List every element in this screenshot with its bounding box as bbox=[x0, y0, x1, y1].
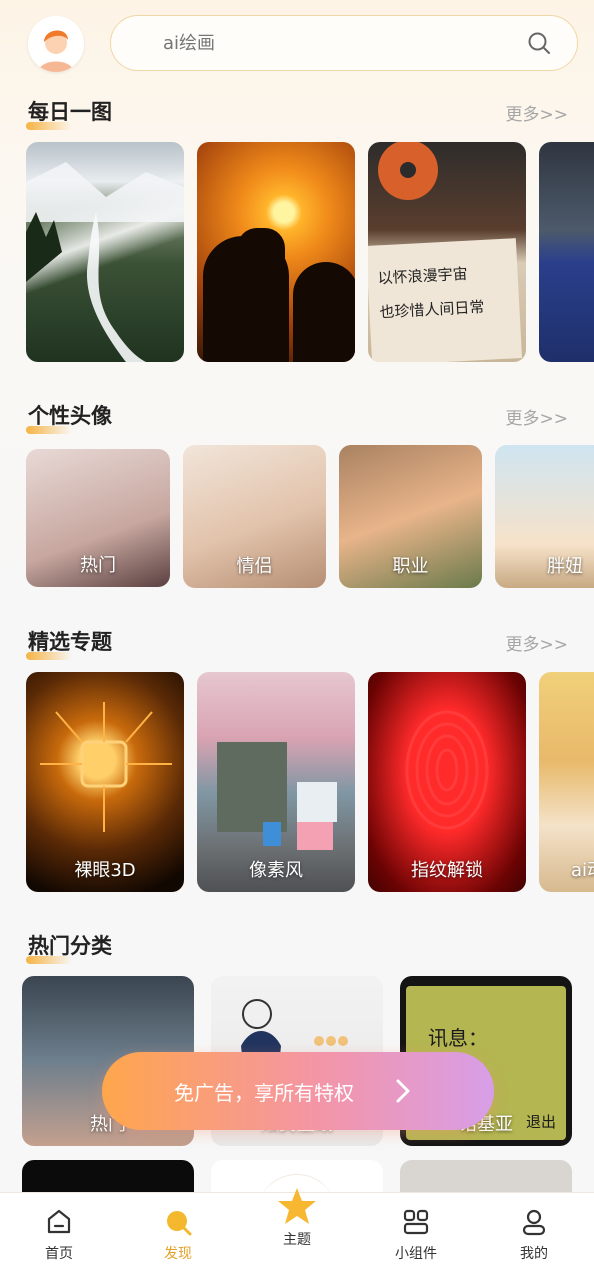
promo-text: 免广告，享所有特权 bbox=[174, 1081, 354, 1105]
avatar-category-label: 胖妞 bbox=[547, 556, 583, 577]
chevron-right-icon bbox=[396, 1079, 410, 1103]
nav-item-widgets[interactable]: 小组件 bbox=[376, 1207, 456, 1263]
nav-item-label: 我的 bbox=[520, 1246, 548, 1262]
mountain-river-image bbox=[26, 162, 184, 362]
header bbox=[0, 14, 594, 74]
topic-ai[interactable]: ai动 bbox=[539, 672, 594, 892]
avatar-category-couple[interactable]: 情侣 bbox=[183, 445, 326, 588]
nav-item-profile[interactable]: 我的 bbox=[494, 1207, 574, 1263]
section-title-topics: 精选专题 bbox=[26, 626, 112, 660]
nav-item-label: 小组件 bbox=[395, 1246, 437, 1262]
star-icon bbox=[278, 1188, 316, 1224]
discover-icon bbox=[167, 1211, 192, 1236]
section-title-text: 每日一图 bbox=[28, 100, 112, 124]
daily-image-note[interactable]: 以怀浪漫宇宙 也珍惜人间日常 bbox=[368, 142, 526, 362]
widgets-icon bbox=[403, 1209, 429, 1235]
more-link-daily[interactable]: 更多>> bbox=[506, 100, 569, 125]
home-icon bbox=[47, 1209, 71, 1234]
section-title-text: 精选专题 bbox=[28, 630, 112, 654]
nav-item-discover[interactable]: 发现 bbox=[138, 1207, 218, 1263]
avatar-category-label: 情侣 bbox=[236, 556, 273, 577]
promo-banner[interactable]: 免广告，享所有特权 bbox=[102, 1052, 494, 1130]
topic-3d[interactable]: 裸眼3D bbox=[26, 672, 184, 892]
topic-label: 像素风 bbox=[249, 860, 303, 881]
daily-image-mountain[interactable] bbox=[26, 142, 184, 362]
vinyl-record-image bbox=[378, 142, 438, 200]
avatar-icon bbox=[28, 16, 84, 72]
topic-label: 指纹解锁 bbox=[411, 860, 483, 881]
section-title-text: 热门分类 bbox=[28, 934, 112, 958]
daily-image-concert[interactable] bbox=[539, 142, 594, 362]
avatar-category-chubby[interactable]: 胖妞 bbox=[495, 445, 594, 588]
user-avatar[interactable] bbox=[28, 16, 84, 72]
avatar-category-label: 热门 bbox=[80, 555, 116, 576]
avatar-category-label: 职业 bbox=[392, 556, 429, 577]
nav-item-home[interactable]: 首页 bbox=[19, 1207, 99, 1263]
topic-label: 裸眼3D bbox=[74, 860, 136, 881]
topic-pixel[interactable]: 像素风 bbox=[197, 672, 355, 892]
section-title-hot: 热门分类 bbox=[26, 930, 112, 964]
search-icon[interactable] bbox=[527, 31, 551, 55]
topic-fingerprint[interactable]: 指纹解锁 bbox=[368, 672, 526, 892]
nav-item-label: 发现 bbox=[164, 1246, 192, 1262]
more-link-avatars[interactable]: 更多>> bbox=[506, 404, 569, 429]
user-icon bbox=[522, 1209, 546, 1236]
note-line-2: 也珍惜人间日常 bbox=[378, 297, 485, 322]
nav-item-label: 首页 bbox=[45, 1246, 73, 1262]
note-line-1: 以怀浪漫宇宙 bbox=[377, 264, 469, 288]
handwritten-note: 以怀浪漫宇宙 也珍惜人间日常 bbox=[368, 238, 523, 362]
section-title-text: 个性头像 bbox=[28, 404, 112, 428]
silhouette-cap bbox=[237, 228, 285, 262]
daily-image-sunset[interactable] bbox=[197, 142, 355, 362]
topic-label: ai动 bbox=[571, 860, 594, 881]
search-bar[interactable] bbox=[110, 15, 578, 71]
section-title-avatars: 个性头像 bbox=[26, 400, 112, 434]
section-title-daily: 每日一图 bbox=[26, 96, 112, 130]
more-link-topics[interactable]: 更多>> bbox=[506, 630, 569, 655]
avatar-category-hot[interactable]: 热门 bbox=[26, 449, 170, 587]
search-input[interactable] bbox=[163, 16, 503, 70]
nav-item-label: 主题 bbox=[283, 1232, 311, 1248]
nav-item-theme[interactable]: 主题 bbox=[257, 1185, 337, 1249]
bottom-nav: 首页 发现 主题 小组件 我的 bbox=[0, 1188, 594, 1280]
avatar-category-career[interactable]: 职业 bbox=[339, 445, 482, 588]
nokia-screen-text: 讯息： bbox=[428, 1026, 488, 1050]
silhouette-right bbox=[293, 262, 355, 362]
